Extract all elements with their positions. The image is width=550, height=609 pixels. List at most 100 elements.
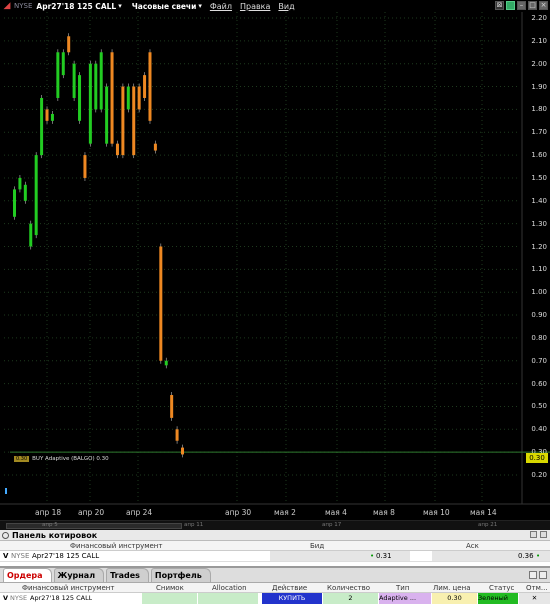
contract-selector[interactable]: Apr27'18 125 CALL [36,2,116,11]
date-axis-label: мая 14 [470,508,497,517]
chart-scrollbar[interactable]: апр 5 апр 11 апр 17 апр 21 [0,520,550,530]
menu-edit[interactable]: Правка [240,2,270,11]
menu-file[interactable]: Файл [210,2,232,11]
price-axis-label: 1.50 [531,173,547,182]
candle-down[interactable] [137,86,141,110]
column-header[interactable]: Allocation [212,584,247,592]
bid-price[interactable]: 0.31 [376,552,392,560]
candle-down[interactable] [181,447,184,455]
candle-down[interactable] [170,395,174,418]
candle-up[interactable] [29,223,33,247]
price-axis-label: 0.60 [531,379,547,388]
candle-down[interactable] [153,143,157,151]
tab-trades[interactable]: Trades [106,568,149,582]
column-header[interactable]: Количество [327,584,370,592]
bid-dot-icon: • [370,552,375,560]
candle-down[interactable] [132,86,136,156]
candle-down[interactable] [115,143,119,156]
limit-price-cell[interactable]: 0.30 [432,593,477,604]
candle-down[interactable] [121,86,125,156]
tab-orders[interactable]: Ордера [3,568,52,582]
column-header[interactable]: Лим. цена [433,584,470,592]
link-icon[interactable] [506,1,515,10]
menu-view[interactable]: Вид [278,2,294,11]
maximize-icon[interactable]: □ [528,1,537,10]
cancel-icon[interactable]: ✕ [519,593,550,604]
column-header[interactable]: Статус [489,584,514,592]
close-icon[interactable] [540,531,547,538]
candle-up[interactable] [40,97,44,156]
column-header[interactable]: Финансовый инструмент [70,542,162,550]
candle-down[interactable] [45,109,49,121]
order-tag-box: 0.30 [14,456,30,462]
candle-up[interactable] [18,177,22,190]
price-axis-label: 1.00 [531,288,547,297]
tab-journal[interactable]: Журнал [53,568,105,582]
order-type-cell[interactable]: Adaptive ... [379,593,431,604]
chart-type-selector[interactable]: Часовые свечи [132,2,197,11]
quote-panel: Панель котировок Финансовый инструмент Б… [0,530,550,566]
column-header[interactable]: Действие [272,584,307,592]
candle-down[interactable] [83,155,87,178]
column-header[interactable]: Бид [310,542,324,550]
price-axis-label: 0.70 [531,356,547,365]
settings-icon[interactable] [529,571,537,579]
candle-up[interactable] [94,63,98,110]
column-header[interactable]: Тип [396,584,409,592]
date-axis-label: мая 4 [325,508,347,517]
price-chart[interactable]: 2.20 2.10 2.00 1.90 1.80 1.70 1.60 1.50 1.40 1.30… [0,12,550,520]
candle-up[interactable] [126,86,130,110]
chevron-down-icon[interactable]: ▾ [198,2,202,10]
minimize-icon[interactable]: – [517,1,526,10]
date-axis-label: апр 18 [35,508,62,517]
candle-down[interactable] [67,36,71,53]
close-icon[interactable] [539,571,547,579]
candle-up[interactable] [78,75,82,121]
price-axis-label: 1.80 [531,105,547,114]
quote-row[interactable]: V NYSE Apr27'18 125 CALL • 0.31 0.36 • [0,551,550,562]
orders-table-header: Финансовый инструмент Снимок Allocation … [0,583,550,593]
lock-icon[interactable]: ⊠ [495,1,504,10]
trading-window: ◢ NYSE Apr27'18 125 CALL ▾ Часовые свечи… [0,0,550,609]
price-axis-label: 1.90 [531,82,547,91]
candle-up[interactable] [23,184,27,201]
order-line-tag[interactable]: 0.30 BUY Adaptive (BALGO) 0.30 [14,456,109,462]
date-axis-label: апр 24 [126,508,153,517]
quote-table-header: Финансовый инструмент Бид Аск [0,541,550,551]
date-axis-label: мая 10 [423,508,450,517]
candle-down[interactable] [159,246,163,361]
candle-up[interactable] [13,189,16,217]
column-header[interactable]: Отм... [526,584,548,592]
candlestick-chart[interactable] [0,12,550,520]
candle-down[interactable] [175,429,179,441]
candle-up[interactable] [164,360,168,366]
ask-price[interactable]: 0.36 [518,552,534,560]
orders-tabs: Ордера Журнал Trades Портфель [0,568,550,583]
column-header[interactable]: Финансовый инструмент [22,584,114,592]
tab-portfolio[interactable]: Портфель [150,568,211,582]
chevron-down-icon[interactable]: ▾ [118,2,122,10]
column-header[interactable]: Снимок [156,584,184,592]
scrollbar-thumb[interactable] [6,523,182,529]
candle-up[interactable] [72,63,76,98]
candle-down[interactable] [143,75,147,98]
candle-up[interactable] [34,155,38,236]
candle-up[interactable] [50,113,54,121]
tws-logo-icon: ◢ [3,1,11,11]
order-row[interactable]: V NYSE Apr27'18 125 CALL КУПИТЬ 2 Adapti… [0,593,550,604]
close-icon[interactable]: × [539,1,548,10]
orders-panel: Ордера Журнал Trades Портфель Финансовый… [0,566,550,609]
candle-up[interactable] [105,86,109,144]
column-header[interactable]: Аск [466,542,479,550]
candle-up[interactable] [61,52,65,76]
row-prefix: V [3,552,9,560]
action-buy-cell[interactable]: КУПИТЬ [262,593,322,604]
quantity-cell[interactable]: 2 [323,593,378,604]
candle-up[interactable] [56,52,60,98]
settings-icon[interactable] [530,531,537,538]
candle-up[interactable] [88,63,92,144]
candle-down[interactable] [110,52,114,144]
candle-up[interactable] [99,52,103,110]
candle-down[interactable] [148,52,152,121]
price-axis-label: 2.20 [531,14,547,22]
